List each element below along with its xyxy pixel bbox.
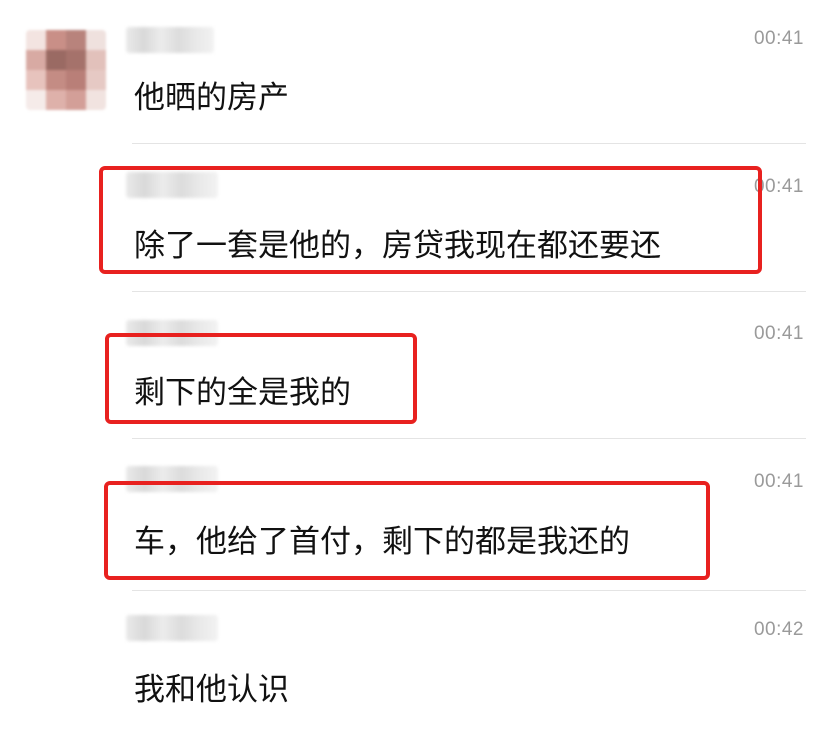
message-divider [132, 438, 806, 439]
sender-name-blurred [126, 27, 214, 53]
chat-history: 00:41 他晒的房产 00:41 除了一套是他的，房贷我现在都还要还 00:4… [0, 0, 836, 733]
highlight-box [105, 333, 417, 424]
message-divider [132, 590, 806, 591]
message-text: 他晒的房产 [134, 80, 289, 116]
sender-avatar[interactable] [26, 30, 106, 110]
message-time: 00:41 [753, 471, 804, 492]
message-time: 00:41 [753, 323, 804, 344]
message-divider [132, 291, 806, 292]
message-text: 我和他认识 [134, 672, 289, 708]
message-time: 00:41 [753, 28, 804, 49]
message-time: 00:42 [753, 619, 804, 640]
message-divider [132, 143, 806, 144]
highlight-box [104, 481, 710, 580]
sender-name-blurred [126, 615, 218, 641]
highlight-box [99, 166, 762, 274]
